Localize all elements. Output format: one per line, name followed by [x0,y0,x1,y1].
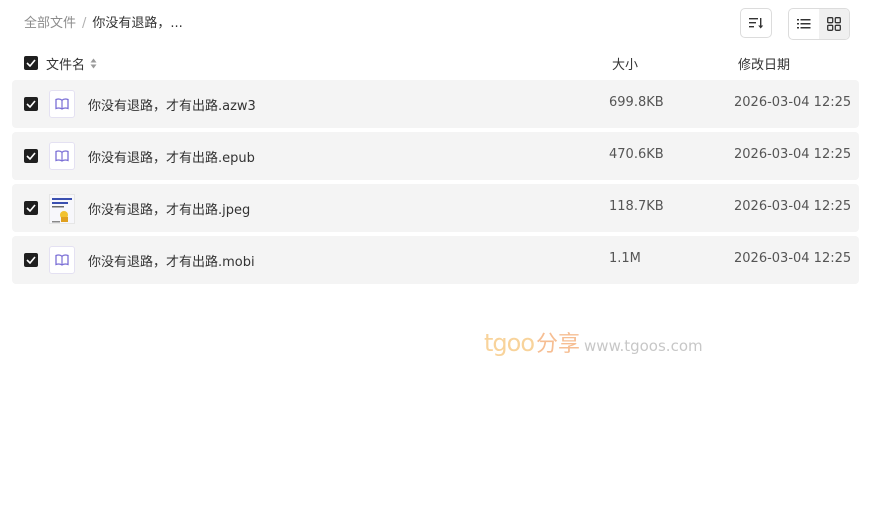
ebook-icon [49,90,75,118]
file-row[interactable]: 你没有退路，才有出路.mobi 1.1M 2026-03-04 12:25 [12,236,859,284]
image-thumbnail [49,194,75,224]
ebook-icon [49,246,75,274]
file-size: 118.7KB [609,199,664,214]
file-date: 2026-03-04 12:25 [734,199,852,214]
ebook-icon [49,142,75,170]
watermark-brand: tgoo [484,329,535,357]
file-date: 2026-03-04 12:25 [734,147,852,162]
breadcrumb: 全部文件 / 你没有退路，... [24,14,183,34]
check-icon [26,59,36,67]
name-column-label: 文件名 [46,58,86,73]
watermark-url: www.tgoos.com [584,337,703,355]
date-column-header[interactable]: 修改日期 [738,54,790,73]
file-list-header: 文件名 大小 修改日期 [12,52,859,76]
list-view-button[interactable] [789,9,819,39]
sort-caret-icon [90,58,97,69]
breadcrumb-root-link[interactable]: 全部文件 [24,14,76,34]
file-row[interactable]: 你没有退路，才有出路.azw3 699.8KB 2026-03-04 12:25 [12,80,859,128]
row-checkbox[interactable] [24,201,38,215]
file-name[interactable]: 你没有退路，才有出路.mobi [88,251,255,270]
file-date: 2026-03-04 12:25 [734,95,852,110]
row-checkbox[interactable] [24,149,38,163]
file-name[interactable]: 你没有退路，才有出路.jpeg [88,199,250,218]
select-all-checkbox[interactable] [24,56,38,70]
file-size: 1.1M [609,251,641,266]
file-row[interactable]: 你没有退路，才有出路.epub 470.6KB 2026-03-04 12:25 [12,132,859,180]
view-toggle [788,8,850,40]
file-browser: 全部文件 / 你没有退路，... 文件名 大小 修改日期 你没有退路，才有出路.… [0,0,874,514]
breadcrumb-separator: / [82,16,87,31]
row-checkbox[interactable] [24,97,38,111]
file-row[interactable]: 你没有退路，才有出路.jpeg 118.7KB 2026-03-04 12:25 [12,184,859,232]
sort-icon [749,18,764,29]
grid-view-button[interactable] [819,9,849,39]
file-size: 699.8KB [609,95,664,110]
file-size: 470.6KB [609,147,664,162]
sort-button[interactable] [740,8,772,38]
file-date: 2026-03-04 12:25 [734,251,852,266]
list-view-icon [797,19,811,29]
watermark-brand-suffix: 分享 [536,332,581,357]
check-icon [26,256,36,264]
check-icon [26,100,36,108]
name-column-header[interactable]: 文件名 [46,54,97,73]
row-checkbox[interactable] [24,253,38,267]
file-name[interactable]: 你没有退路，才有出路.azw3 [88,95,256,114]
grid-view-icon [827,17,841,31]
watermark: tgoo 分享 www.tgoos.com [484,326,703,358]
size-column-header[interactable]: 大小 [612,54,638,73]
check-icon [26,152,36,160]
file-name[interactable]: 你没有退路，才有出路.epub [88,147,255,166]
check-icon [26,204,36,212]
breadcrumb-current: 你没有退路，... [92,16,183,31]
